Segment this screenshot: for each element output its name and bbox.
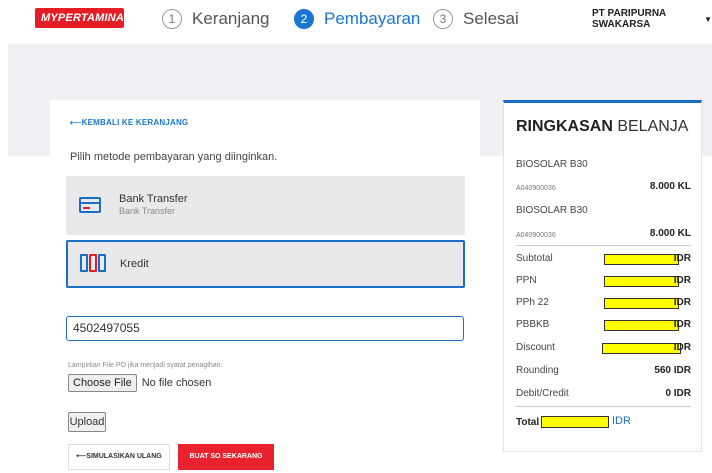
row-label: Debit/Credit bbox=[516, 388, 569, 399]
summary-divider bbox=[516, 245, 691, 246]
company-name: PT PARIPURNA SWAKARSA bbox=[592, 8, 666, 30]
row-value: IDR bbox=[673, 275, 691, 286]
summary-row-subtotal: Subtotal IDR bbox=[516, 253, 691, 267]
credit-icon bbox=[80, 254, 106, 272]
summary-row-debit-credit: Debit/Credit 0 IDR bbox=[516, 388, 691, 402]
summary-item-code: A040900036 bbox=[516, 232, 556, 239]
row-value: IDR bbox=[673, 297, 691, 308]
redaction-box bbox=[604, 254, 679, 265]
step-label: Keranjang bbox=[192, 9, 270, 28]
step-keranjang: 1 Keranjang bbox=[162, 6, 270, 32]
step-label: Pembayaran bbox=[324, 9, 421, 28]
redaction-box bbox=[604, 276, 679, 287]
redaction-box bbox=[604, 320, 679, 331]
total-currency: IDR bbox=[612, 415, 631, 427]
option-subtitle: Bank Transfer bbox=[119, 206, 176, 216]
simulate-again-button[interactable]: ⟵SIMULASIKAN ULANG bbox=[68, 444, 170, 470]
summary-row-pbbkb: PBBKB IDR bbox=[516, 319, 691, 333]
company-menu[interactable]: PT PARIPURNA SWAKARSA ▼ bbox=[592, 8, 712, 30]
top-header: MYPERTAMINA 1 Keranjang 2 Pembayaran 3 S… bbox=[0, 0, 712, 44]
row-value: 0 IDR bbox=[665, 388, 691, 399]
caret-down-icon: ▼ bbox=[704, 14, 712, 24]
summary-row-pph22: PPh 22 IDR bbox=[516, 297, 691, 311]
row-value: 560 IDR bbox=[654, 365, 691, 376]
no-file-text: No file chosen bbox=[141, 377, 212, 389]
payment-method-prompt: Pilih metode pembayaran yang diinginkan. bbox=[70, 151, 278, 163]
attach-po-label: Lampirkan File PO jika menjadi syarat pe… bbox=[68, 362, 223, 369]
po-number-input[interactable]: 4502497055 bbox=[66, 316, 464, 341]
choose-file-button[interactable]: Choose File bbox=[68, 374, 137, 392]
mypertamina-logo[interactable]: MYPERTAMINA bbox=[35, 8, 124, 28]
payment-card: ⟵KEMBALI KE KERANJANG Pilih metode pemba… bbox=[50, 100, 480, 473]
step-label: Selesai bbox=[463, 9, 519, 28]
step-pembayaran: 2 Pembayaran bbox=[294, 6, 420, 32]
summary-row-discount: Discount IDR bbox=[516, 342, 691, 356]
summary-item-qty: 8.000 KL bbox=[649, 181, 691, 192]
upload-button[interactable]: Upload bbox=[68, 412, 106, 432]
total-label: Total bbox=[516, 417, 540, 428]
step-number: 3 bbox=[433, 9, 453, 29]
summary-divider bbox=[516, 406, 691, 407]
step-number: 1 bbox=[162, 9, 182, 29]
order-summary-card: RINGKASAN BELANJA BIOSOLAR B30 A04090003… bbox=[503, 100, 702, 452]
step-selesai: 3 Selesai bbox=[433, 6, 519, 32]
create-so-button[interactable]: BUAT SO SEKARANG bbox=[178, 444, 274, 470]
summary-item-code: A040900036 bbox=[516, 185, 556, 192]
summary-row-rounding: Rounding 560 IDR bbox=[516, 365, 691, 379]
step-number: 2 bbox=[294, 9, 314, 29]
back-to-cart-link[interactable]: ⟵KEMBALI KE KERANJANG bbox=[70, 118, 188, 127]
summary-item-name: BIOSOLAR B30 bbox=[516, 159, 588, 170]
summary-item-qty: 8.000 KL bbox=[649, 228, 691, 239]
summary-item-name: BIOSOLAR B30 bbox=[516, 205, 588, 216]
row-label: PPh 22 bbox=[516, 297, 549, 308]
row-value: IDR bbox=[673, 253, 691, 264]
redaction-box bbox=[602, 343, 681, 354]
redaction-box bbox=[541, 416, 609, 428]
row-label: PBBKB bbox=[516, 319, 550, 330]
payment-option-bank-transfer[interactable]: Bank Transfer Bank Transfer bbox=[66, 176, 465, 235]
option-title: Kredit bbox=[120, 258, 149, 270]
option-title: Bank Transfer bbox=[119, 193, 188, 205]
row-label: Discount bbox=[516, 342, 555, 353]
file-picker: Choose File No file chosen bbox=[68, 374, 211, 392]
row-value: IDR bbox=[673, 342, 691, 353]
redaction-box bbox=[604, 298, 679, 309]
summary-title-rest: BELANJA bbox=[612, 118, 689, 135]
bank-card-icon bbox=[79, 197, 101, 213]
row-value: IDR bbox=[673, 319, 691, 330]
summary-title: RINGKASAN BELANJA bbox=[516, 118, 688, 136]
row-label: Subtotal bbox=[516, 253, 553, 264]
row-label: PPN bbox=[516, 275, 537, 286]
summary-title-bold: RINGKASAN bbox=[516, 118, 613, 135]
summary-row-ppn: PPN IDR bbox=[516, 275, 691, 289]
row-label: Rounding bbox=[516, 365, 559, 376]
payment-option-kredit[interactable]: Kredit bbox=[66, 240, 465, 288]
